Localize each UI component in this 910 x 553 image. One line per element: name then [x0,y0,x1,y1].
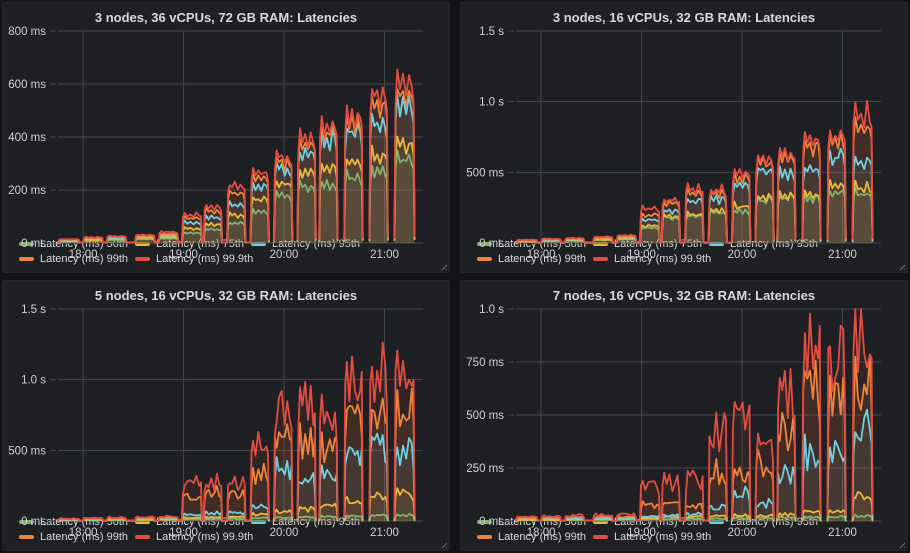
y-tick-label: 0 ms [479,516,504,528]
x-tick-label: 21:00 [370,527,399,539]
x-tick-label: 19:00 [169,527,198,539]
series-fill-p999 [58,432,269,521]
latency-chart[interactable]: 800 ms 600 ms 400 ms 200 ms 0 ms 18:00 19:00 20… [3,26,449,264]
panel-7-nodes-16-vcpus: 7 nodes, 16 vCPUs, 32 GB RAM: Latencies … [460,280,908,551]
latency-chart[interactable]: 1.5 s 1.0 s 500 ms 0 ms 18:00 19:00 20:00 21:00 [3,304,449,542]
latency-chart-area[interactable]: 1.5 s1.0 s500 ms0 ms18:0019:0020:0021:00 [461,26,907,237]
y-tick-label: 600 ms [8,79,46,91]
y-tick-label: 800 ms [8,26,46,38]
x-tick-label: 21:00 [828,527,857,539]
x-tick-label: 20:00 [270,527,299,539]
y-tick-label: 500 ms [8,445,46,457]
latency-chart-area[interactable]: 800 ms600 ms400 ms200 ms0 ms18:0019:0020… [3,26,449,237]
y-tick-label: 1.5 s [21,304,46,316]
x-tick-label: 18:00 [69,249,98,261]
x-tick-label: 18:00 [69,527,98,539]
series-fill-p999 [516,412,727,521]
y-tick-label: 200 ms [8,185,46,197]
panel-title[interactable]: 3 nodes, 36 vCPUs, 72 GB RAM: Latencies [3,3,449,26]
y-tick-label: 750 ms [466,357,504,369]
x-tick-label: 20:00 [270,249,299,261]
y-tick-label: 400 ms [8,132,46,144]
x-tick-label: 20:00 [728,249,757,261]
x-tick-label: 19:00 [627,249,656,261]
x-tick-label: 21:00 [370,249,399,261]
x-tick-label: 19:00 [169,249,198,261]
latency-chart[interactable]: 1.0 s 750 ms 500 ms 250 ms 0 ms 18:00 19:00 20:… [461,304,907,542]
panel-title[interactable]: 5 nodes, 16 vCPUs, 32 GB RAM: Latencies [3,281,449,304]
y-tick-label: 500 ms [466,410,504,422]
x-tick-label: 18:00 [527,527,556,539]
x-tick-label: 21:00 [828,249,857,261]
latency-chart-area[interactable]: 1.0 s750 ms500 ms250 ms0 ms18:0019:0020:… [461,304,907,515]
y-tick-label: 500 ms [466,167,504,179]
y-tick-label: 0 ms [21,516,46,528]
y-tick-label: 0 ms [479,238,504,250]
panel-title[interactable]: 3 nodes, 16 vCPUs, 32 GB RAM: Latencies [461,3,907,26]
x-tick-label: 19:00 [627,527,656,539]
panel-title[interactable]: 7 nodes, 16 vCPUs, 32 GB RAM: Latencies [461,281,907,304]
series-fill-p999 [516,169,750,243]
y-tick-label: 1.5 s [479,26,504,38]
latency-chart[interactable]: 1.5 s 1.0 s 500 ms 0 ms 18:00 19:00 20:00 21:00 [461,26,907,264]
grafana-dashboard: 3 nodes, 36 vCPUs, 72 GB RAM: Latencies … [0,0,910,553]
y-tick-label: 1.0 s [479,97,504,109]
y-tick-label: 250 ms [466,463,504,475]
panel-3-nodes-36-vcpus: 3 nodes, 36 vCPUs, 72 GB RAM: Latencies … [2,2,450,273]
x-tick-label: 18:00 [527,249,556,261]
y-tick-label: 1.0 s [21,375,46,387]
y-tick-label: 0 ms [21,238,46,250]
x-tick-label: 20:00 [728,527,757,539]
latency-chart-area[interactable]: 1.5 s1.0 s500 ms0 ms18:0019:0020:0021:00 [3,304,449,515]
panel-5-nodes-16-vcpus: 5 nodes, 16 vCPUs, 32 GB RAM: Latencies … [2,280,450,551]
panel-3-nodes-16-vcpus: 3 nodes, 16 vCPUs, 32 GB RAM: Latencies … [460,2,908,273]
y-tick-label: 1.0 s [479,304,504,316]
